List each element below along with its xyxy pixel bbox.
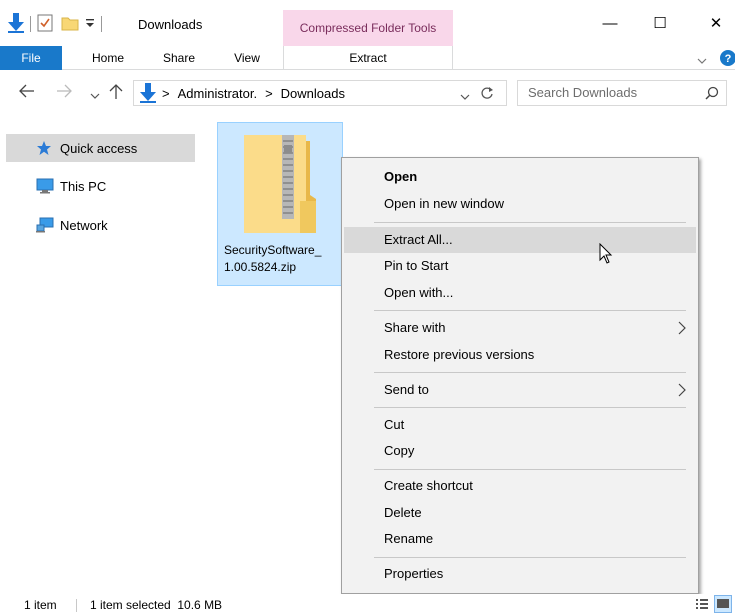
large-icons-view-icon[interactable] — [714, 595, 732, 616]
details-view-icon[interactable] — [695, 597, 709, 614]
svg-text:?: ? — [725, 53, 732, 65]
menu-item-properties[interactable]: Properties — [344, 561, 696, 587]
search-icon[interactable] — [705, 86, 719, 103]
network-icon — [36, 217, 54, 236]
address-row: > Administrator. > Downloads — [0, 70, 735, 116]
download-arrow-icon[interactable] — [8, 12, 24, 36]
menu-item-open[interactable]: Open — [344, 164, 696, 190]
tab-share[interactable]: Share — [150, 46, 208, 70]
minimize-button[interactable]: — — [587, 10, 633, 36]
menu-item-restore-previous-versions[interactable]: Restore previous versions — [344, 342, 696, 368]
submenu-arrow-icon — [678, 315, 686, 344]
address-dropdown-icon[interactable] — [460, 89, 470, 104]
expand-ribbon-icon[interactable] — [697, 53, 707, 68]
mouse-cursor-icon — [599, 242, 613, 268]
search-box[interactable] — [517, 80, 727, 106]
submenu-arrow-icon — [678, 377, 686, 406]
navigation-pane: Quick access This PC Network — [0, 116, 205, 594]
menu-item-share-with[interactable]: Share with — [344, 315, 696, 341]
back-arrow-icon[interactable] — [19, 84, 35, 102]
sidebar-item-network[interactable]: Network — [6, 211, 195, 239]
menu-item-delete[interactable]: Delete — [344, 500, 696, 526]
compressed-folder-tools-header: Compressed Folder Tools — [283, 10, 453, 46]
sidebar-item-label: Network — [60, 217, 108, 233]
file-name-line2: 1.00.5824.zip — [224, 260, 297, 274]
menu-item-open-new-window[interactable]: Open in new window — [344, 191, 696, 217]
status-bar: 1 item 1 item selected 10.6 MB — [0, 594, 735, 616]
menu-item-pin-to-start[interactable]: Pin to Start — [344, 253, 696, 279]
ribbon-tab-bar: File Home Share View Extract ? — [0, 46, 735, 70]
quick-access-toolbar — [8, 12, 108, 36]
tab-view[interactable]: View — [218, 46, 276, 70]
title-bar: Downloads Compressed Folder Tools — ☐ ✕ — [0, 0, 735, 46]
status-selection: 1 item selected 10.6 MB — [90, 598, 223, 612]
breadcrumb-downloads[interactable]: Downloads — [281, 86, 345, 101]
up-arrow-icon[interactable] — [109, 84, 123, 104]
tab-home[interactable]: Home — [78, 46, 138, 70]
qat-separator — [30, 16, 31, 32]
menu-separator — [374, 372, 686, 373]
menu-separator — [374, 222, 686, 223]
address-bar[interactable]: > Administrator. > Downloads — [133, 80, 507, 106]
maximize-button[interactable]: ☐ — [637, 10, 683, 36]
menu-item-send-to[interactable]: Send to — [344, 377, 696, 403]
star-icon — [36, 140, 52, 159]
search-input[interactable] — [528, 85, 688, 100]
menu-separator — [374, 310, 686, 311]
properties-check-icon[interactable] — [37, 14, 53, 35]
tab-file[interactable]: File — [0, 46, 62, 70]
menu-item-label: Send to — [384, 382, 429, 397]
menu-item-label: Share with — [384, 320, 446, 335]
title-separator — [101, 16, 102, 32]
file-name-line1: SecuritySoftware_ — [224, 243, 322, 257]
sidebar-item-label: Quick access — [60, 140, 138, 156]
menu-item-create-shortcut[interactable]: Create shortcut — [344, 473, 696, 499]
menu-item-extract-all[interactable]: Extract All... — [344, 227, 696, 253]
sidebar-item-this-pc[interactable]: This PC — [6, 172, 195, 200]
computer-icon — [36, 178, 54, 197]
file-name: SecuritySoftware_ 1.00.5824.zip — [224, 242, 342, 276]
status-separator — [76, 599, 77, 612]
forward-arrow-icon[interactable] — [56, 84, 72, 102]
customize-qat-icon[interactable] — [85, 16, 95, 33]
sidebar-item-quick-access[interactable]: Quick access — [6, 134, 195, 162]
new-folder-icon[interactable] — [61, 14, 79, 35]
refresh-icon[interactable] — [480, 86, 494, 103]
breadcrumb: > Administrator. > Downloads — [162, 86, 345, 101]
zip-folder-icon — [240, 131, 320, 240]
help-icon[interactable]: ? — [720, 50, 735, 69]
window-title: Downloads — [138, 17, 203, 32]
downloads-location-icon — [140, 83, 156, 106]
menu-separator — [374, 407, 686, 408]
menu-item-open-with[interactable]: Open with... — [344, 280, 696, 306]
menu-separator — [374, 557, 686, 558]
close-button[interactable]: ✕ — [693, 10, 735, 36]
breadcrumb-administrator[interactable]: Administrator. — [178, 86, 257, 101]
breadcrumb-separator[interactable]: > — [162, 86, 170, 101]
menu-separator — [374, 469, 686, 470]
sidebar-item-label: This PC — [60, 178, 107, 194]
file-item-zip[interactable]: SecuritySoftware_ 1.00.5824.zip — [217, 122, 343, 286]
tab-extract[interactable]: Extract — [283, 46, 453, 70]
context-menu: Open Open in new window Extract All... P… — [341, 157, 699, 594]
recent-locations-icon[interactable] — [90, 87, 100, 104]
menu-item-cut[interactable]: Cut — [344, 412, 696, 438]
status-item-count: 1 item — [24, 598, 57, 612]
menu-item-rename[interactable]: Rename — [344, 526, 696, 552]
menu-item-copy[interactable]: Copy — [344, 438, 696, 464]
breadcrumb-separator[interactable]: > — [265, 86, 273, 101]
